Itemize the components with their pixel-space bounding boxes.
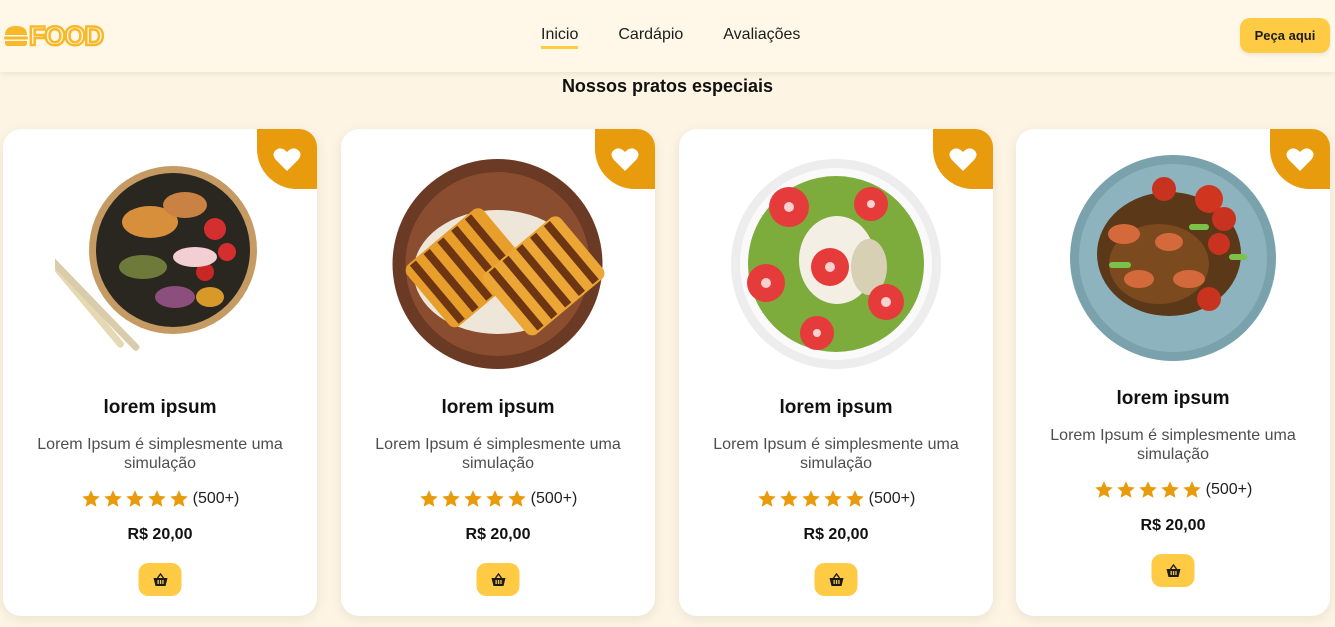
order-button[interactable]: Peça aqui bbox=[1240, 18, 1330, 53]
star-icon bbox=[485, 490, 504, 507]
star-icon bbox=[1094, 481, 1113, 498]
rating: (500+) bbox=[3, 489, 317, 509]
price: R$ 20,00 bbox=[127, 526, 193, 543]
card-description: Lorem Ipsum é simplesmente uma simulação bbox=[713, 436, 959, 472]
shrimp-noodles-image bbox=[1070, 155, 1276, 361]
star-icon bbox=[463, 490, 482, 507]
dish-card: lorem ipsum Lorem Ipsum é simplesmente u… bbox=[679, 129, 993, 616]
card-title: lorem ipsum bbox=[779, 397, 893, 418]
card-description: Lorem Ipsum é simplesmente uma simulação bbox=[37, 436, 283, 472]
rating: (500+) bbox=[679, 489, 993, 509]
price: R$ 20,00 bbox=[1140, 517, 1206, 534]
noodle-bowl-image bbox=[55, 166, 257, 351]
star-icon bbox=[147, 490, 166, 507]
basket-icon bbox=[829, 572, 843, 586]
basket-icon bbox=[153, 572, 167, 586]
fruit-bowl-image bbox=[731, 159, 941, 369]
card-description: Lorem Ipsum é simplesmente uma simulação bbox=[375, 436, 621, 472]
star-icon bbox=[81, 490, 100, 507]
basket-icon bbox=[1166, 563, 1180, 577]
add-to-cart-button[interactable] bbox=[814, 563, 858, 596]
star-icon bbox=[103, 490, 122, 507]
card-description: Lorem Ipsum é simplesmente uma simulação bbox=[1050, 427, 1296, 463]
star-icon bbox=[419, 490, 438, 507]
rating-count: (500+) bbox=[1205, 481, 1253, 498]
logo[interactable]: FOOD bbox=[3, 21, 106, 52]
star-icon bbox=[823, 490, 842, 507]
star-icon bbox=[845, 490, 864, 507]
nav-item-avaliacoes[interactable]: Avaliações bbox=[723, 26, 800, 49]
star-icon bbox=[1138, 481, 1157, 498]
star-icon bbox=[441, 490, 460, 507]
dish-card: lorem ipsum Lorem Ipsum é simplesmente u… bbox=[3, 129, 317, 616]
site-header: FOOD Inicio Cardápio Avaliações Peça aqu… bbox=[0, 0, 1335, 72]
add-to-cart-button[interactable] bbox=[1151, 554, 1195, 587]
star-icon bbox=[507, 490, 526, 507]
card-title: lorem ipsum bbox=[1116, 388, 1230, 409]
basket-icon bbox=[491, 572, 505, 586]
burger-icon bbox=[4, 26, 28, 46]
add-to-cart-button[interactable] bbox=[476, 563, 520, 596]
card-title: lorem ipsum bbox=[103, 397, 217, 418]
heart-icon bbox=[1286, 147, 1314, 171]
dish-card: lorem ipsum Lorem Ipsum é simplesmente u… bbox=[341, 129, 655, 616]
dish-card: lorem ipsum Lorem Ipsum é simplesmente u… bbox=[1016, 129, 1330, 616]
rating-count: (500+) bbox=[530, 490, 578, 507]
rating: (500+) bbox=[341, 489, 655, 509]
star-icon bbox=[801, 490, 820, 507]
rating: (500+) bbox=[1016, 480, 1330, 500]
section-title: Nossos pratos especiais bbox=[561, 76, 774, 96]
star-icon bbox=[757, 490, 776, 507]
star-icon bbox=[125, 490, 144, 507]
price: R$ 20,00 bbox=[465, 526, 531, 543]
heart-icon bbox=[611, 147, 639, 171]
card-title: lorem ipsum bbox=[441, 397, 555, 418]
sandwich-plate-image bbox=[392, 159, 605, 369]
star-icon bbox=[1116, 481, 1135, 498]
add-to-cart-button[interactable] bbox=[138, 563, 182, 596]
star-icon bbox=[779, 490, 798, 507]
nav-item-cardapio[interactable]: Cardápio bbox=[618, 26, 683, 49]
heart-icon bbox=[949, 147, 977, 171]
logo-text: FOOD bbox=[28, 21, 106, 52]
nav-item-inicio[interactable]: Inicio bbox=[541, 26, 579, 49]
star-icon bbox=[169, 490, 188, 507]
price: R$ 20,00 bbox=[803, 526, 869, 543]
favorite-button[interactable] bbox=[257, 129, 317, 189]
favorite-button[interactable] bbox=[1270, 129, 1330, 189]
rating-count: (500+) bbox=[868, 490, 916, 507]
heart-icon bbox=[273, 147, 301, 171]
star-icon bbox=[1182, 481, 1201, 498]
main-nav: Inicio Cardápio Avaliações bbox=[541, 26, 800, 49]
rating-count: (500+) bbox=[192, 490, 240, 507]
star-icon bbox=[1160, 481, 1179, 498]
